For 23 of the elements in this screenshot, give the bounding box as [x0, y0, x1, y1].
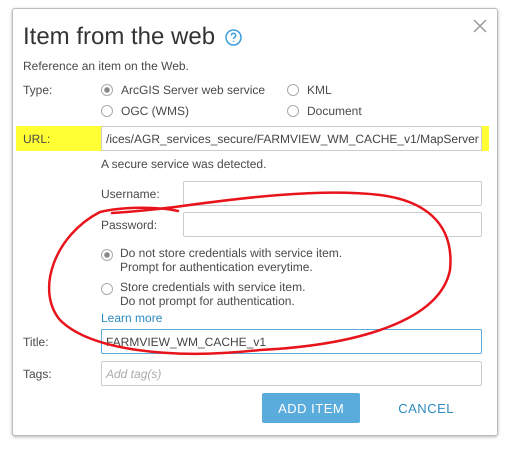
url-label: URL:	[23, 132, 52, 146]
type-radio[interactable]: OGC (WMS)	[101, 104, 287, 118]
secure-notice: A secure service was detected.	[101, 157, 268, 171]
url-field[interactable]: /ices/AGR_services_secure/FARMVIEW_WM_CACHE_v1/MapServer	[101, 126, 482, 151]
dialog-title: Item from the web	[23, 23, 216, 51]
title-field[interactable]: FARMVIEW_WM_CACHE_v1	[101, 329, 482, 354]
description-text: Reference an item on the Web.	[23, 59, 190, 73]
username-field[interactable]	[183, 181, 482, 206]
type-radio[interactable]: ArcGIS Server web service	[101, 83, 287, 97]
password-label: Password:	[101, 218, 158, 232]
title-label: Title:	[23, 334, 50, 348]
cancel-button[interactable]: CANCEL	[382, 393, 470, 423]
close-icon[interactable]	[473, 19, 487, 33]
type-radio[interactable]: KML	[287, 83, 447, 97]
type-radio[interactable]: Document	[287, 104, 447, 118]
tags-label: Tags:	[23, 366, 53, 380]
type-label: Type:	[23, 83, 54, 97]
credentials-radio[interactable]: Store credentials with service item. Do not prompt for authentication.	[101, 280, 482, 308]
credentials-radio[interactable]: Do not store credentials with service item. Prompt for authentication everytime.	[101, 246, 482, 274]
username-label: Username:	[101, 186, 161, 200]
help-icon[interactable]	[225, 28, 242, 46]
password-field[interactable]	[183, 212, 482, 237]
learn-more-link[interactable]: Learn more	[101, 311, 162, 325]
